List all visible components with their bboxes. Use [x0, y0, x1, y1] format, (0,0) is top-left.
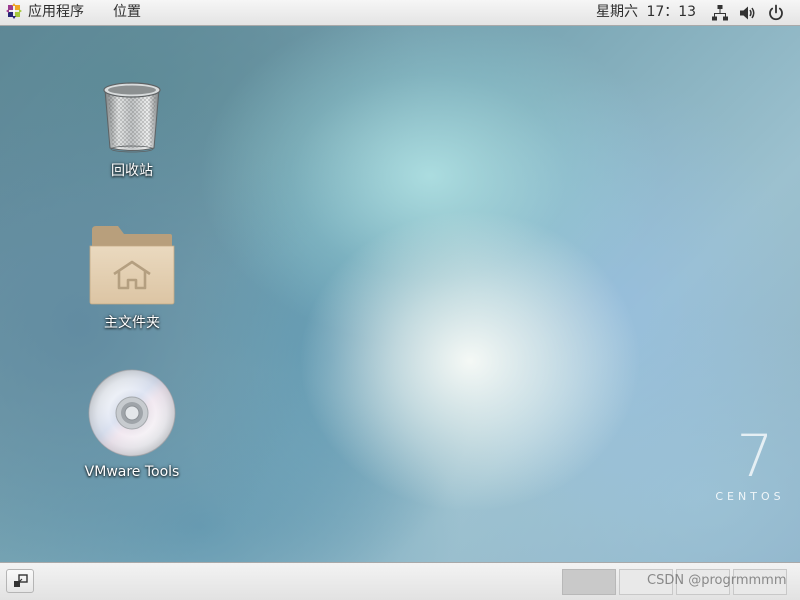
trash-icon	[103, 82, 161, 153]
power-icon[interactable]	[767, 4, 785, 22]
desktop-icon-label: VMware Tools	[84, 464, 180, 480]
centos-version-number: 7	[736, 422, 774, 490]
places-menu-label: 位置	[113, 4, 141, 20]
applications-menu[interactable]: 应用程序	[6, 0, 84, 25]
volume-icon[interactable]	[739, 4, 757, 22]
centos-wordmark: CENTOS	[715, 490, 785, 503]
csdn-watermark: CSDN @progrmmmm	[647, 573, 787, 588]
show-desktop-button[interactable]	[6, 569, 34, 593]
home-folder-icon	[89, 226, 175, 305]
centos-logo-icon	[6, 2, 22, 19]
places-menu[interactable]: 位置	[113, 0, 141, 25]
workspace-1[interactable]	[562, 569, 616, 595]
desktop-icon-vmware-tools[interactable]: VMware Tools	[77, 368, 187, 480]
centos-watermark: 7 CENTOS	[705, 426, 795, 503]
show-desktop-icon	[14, 574, 28, 587]
screen: 应用程序 位置 星期六 17：13 回收站 主文件夹 VMware Tools …	[0, 0, 800, 600]
applications-menu-label: 应用程序	[28, 4, 84, 20]
network-icon[interactable]	[711, 4, 729, 22]
clock[interactable]: 星期六 17：13	[596, 0, 696, 25]
desktop-icon-label: 回收站	[111, 163, 153, 179]
desktop-icon-home-folder[interactable]: 主文件夹	[77, 222, 187, 332]
desktop-icon-label: 主文件夹	[104, 315, 160, 331]
disc-icon	[88, 369, 176, 457]
desktop-icon-trash[interactable]: 回收站	[77, 78, 187, 180]
top-panel: 应用程序 位置 星期六 17：13	[0, 0, 800, 26]
desktop[interactable]: 回收站 主文件夹 VMware Tools 7 CENTOS	[0, 26, 800, 562]
